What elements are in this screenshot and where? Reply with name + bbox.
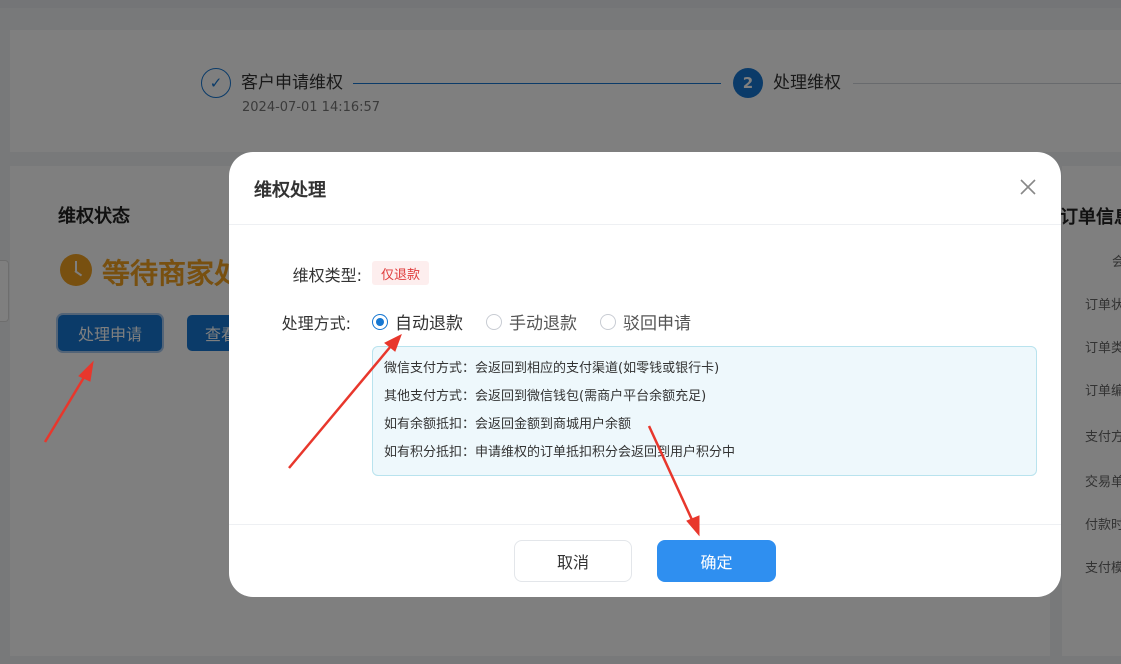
rights-type-tag: 仅退款 — [372, 261, 430, 285]
dialog-header-divider — [229, 224, 1061, 225]
handle-method-label: 处理方式: — [281, 314, 351, 333]
info-line: 微信支付方式：会返回到相应的支付渠道(如零钱或银行卡) — [384, 361, 720, 376]
cancel-button[interactable]: 取消 — [514, 540, 632, 582]
radio-unchecked-icon — [486, 313, 502, 330]
info-line: 如有积分抵扣：申请维权的订单抵扣积分会返回到用户积分中 — [384, 445, 736, 460]
radio-label: 驳回申请 — [623, 314, 691, 334]
radio-checked-icon — [372, 313, 388, 330]
dialog-footer-divider — [229, 524, 1061, 525]
info-line: 其他支付方式：会返回到微信钱包(需商户平台余额充足) — [384, 389, 707, 404]
radio-auto-refund[interactable]: 自动退款 — [372, 309, 463, 334]
radio-label: 手动退款 — [509, 314, 577, 334]
dialog-title: 维权处理 — [254, 180, 326, 201]
radio-manual-refund[interactable]: 手动退款 — [486, 309, 577, 334]
refund-info-box: 微信支付方式：会返回到相应的支付渠道(如零钱或银行卡) 其他支付方式：会返回到微… — [372, 346, 1037, 476]
radio-reject-request[interactable]: 驳回申请 — [600, 309, 691, 334]
radio-label: 自动退款 — [395, 314, 463, 334]
close-icon[interactable] — [1017, 176, 1039, 198]
confirm-button[interactable]: 确定 — [657, 540, 776, 582]
refund-dialog: 维权处理 维权类型: 仅退款 处理方式: 自动退款 手动退款 驳回申请 微信支付… — [229, 152, 1061, 597]
radio-unchecked-icon — [600, 313, 616, 330]
info-line: 如有余额抵扣：会返回金额到商城用户余额 — [384, 417, 632, 432]
rights-type-label: 维权类型: — [292, 266, 362, 285]
